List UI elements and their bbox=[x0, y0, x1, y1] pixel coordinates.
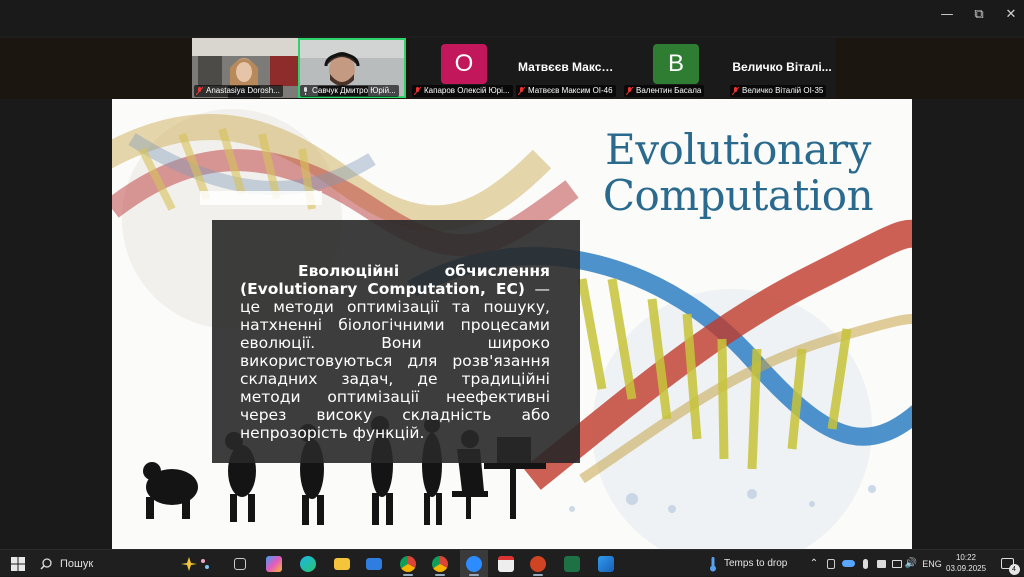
chevron-up-icon: ⌃ bbox=[809, 558, 819, 569]
excel-icon bbox=[564, 555, 580, 572]
taskbar-app-excel[interactable] bbox=[560, 550, 584, 577]
participant-avatar-5: В bbox=[653, 44, 699, 84]
participant-name-1: Anastasiya Dorosh... bbox=[194, 85, 283, 97]
photos-icon bbox=[598, 555, 614, 572]
participant-tile-4[interactable]: Матвєєв Макси... Матвєєв Максим ОІ-46 bbox=[514, 38, 622, 98]
slide-title: Evolutionary Computation bbox=[578, 127, 898, 219]
mic-muted-icon bbox=[414, 87, 421, 95]
taskbar-app-explorer[interactable] bbox=[330, 550, 354, 577]
mic-muted-icon bbox=[732, 87, 739, 95]
search-label: Пошук bbox=[60, 557, 94, 570]
network-icon bbox=[892, 559, 902, 568]
slide-title-line-1: Evolutionary bbox=[605, 125, 871, 174]
calendar-icon bbox=[498, 555, 514, 572]
taskbar-app-photos[interactable] bbox=[594, 550, 618, 577]
decorative-bar bbox=[200, 191, 322, 205]
notification-icon: 4 bbox=[1000, 558, 1020, 575]
participant-name-5: Валентин Басала bbox=[624, 85, 705, 97]
taskbar-app-chrome[interactable] bbox=[396, 550, 420, 577]
tray-volume[interactable]: 🔊 bbox=[904, 550, 918, 577]
clock-time: 10:22 bbox=[955, 553, 977, 562]
language-indicator[interactable]: ENG bbox=[920, 550, 944, 577]
definition-paragraph: Еволюційні обчислення (Evolutionary Comp… bbox=[240, 262, 550, 442]
taskbar-app-zoom[interactable] bbox=[460, 550, 488, 577]
start-button[interactable] bbox=[4, 550, 32, 577]
tray-onedrive[interactable] bbox=[840, 550, 856, 577]
powerpoint-icon bbox=[530, 555, 546, 572]
tray-icon-1[interactable] bbox=[824, 550, 838, 577]
tray-network[interactable] bbox=[890, 550, 904, 577]
weather-text: Temps to drop bbox=[724, 558, 788, 569]
taskbar-app-copilot[interactable] bbox=[262, 550, 286, 577]
usb-icon bbox=[827, 558, 835, 569]
folder-icon bbox=[334, 557, 350, 570]
participant-tile-6[interactable]: Величко Віталі... Величко Віталій ОІ-35 bbox=[728, 38, 836, 98]
tray-location[interactable] bbox=[874, 550, 888, 577]
maximize-button[interactable]: ⧉ bbox=[962, 0, 996, 28]
taskbar-app-calendar[interactable] bbox=[494, 550, 518, 577]
thermometer-icon bbox=[710, 556, 716, 571]
search-icon bbox=[40, 557, 52, 570]
speaker-icon: 🔊 bbox=[904, 558, 918, 569]
taskbar-search[interactable]: Пошук bbox=[34, 550, 174, 577]
slide-title-line-2: Computation bbox=[602, 171, 874, 220]
copilot-icon bbox=[266, 555, 282, 572]
notification-center-button[interactable]: 4 bbox=[994, 550, 1020, 577]
notification-badge: 4 bbox=[1008, 564, 1020, 575]
taskbar-clock[interactable]: 10:22 03.09.2025 bbox=[946, 552, 986, 574]
participant-name-3: Капаров Олексій Юрі... bbox=[412, 85, 513, 97]
minimize-button[interactable]: — bbox=[930, 0, 964, 28]
mic-muted-icon bbox=[196, 87, 203, 95]
taskview-button[interactable] bbox=[228, 550, 252, 577]
taskbar-app-edge[interactable] bbox=[296, 550, 320, 577]
windows-taskbar: Пошук Temps to drop ⌃ 🔊 ENG 10:22 03.09.… bbox=[0, 549, 1024, 577]
shared-slide: Evolutionary Computation Еволюційні обчи… bbox=[112, 99, 912, 549]
participant-avatar-3: O bbox=[441, 44, 487, 84]
sparkle-icon bbox=[181, 556, 209, 571]
weather-widget[interactable]: Temps to drop bbox=[708, 550, 800, 577]
window-titlebar: — ⧉ ✕ bbox=[0, 0, 1024, 30]
chrome-icon bbox=[432, 555, 448, 572]
tray-mic[interactable] bbox=[858, 550, 872, 577]
microphone-icon bbox=[862, 558, 868, 569]
definition-body: — це методи оптимізації та пошуку, натхн… bbox=[240, 280, 550, 442]
copilot-highlight[interactable] bbox=[176, 550, 216, 577]
participant-title-4: Матвєєв Макси... bbox=[518, 60, 619, 74]
participant-name-6: Величко Віталій ОІ-35 bbox=[730, 85, 827, 97]
taskview-icon bbox=[234, 557, 246, 570]
language-label: ENG bbox=[922, 558, 942, 569]
participant-tile-1[interactable]: Anastasiya Dorosh... bbox=[192, 38, 300, 98]
mic-muted-icon bbox=[518, 87, 525, 95]
taskbar-app-chrome-2[interactable] bbox=[428, 550, 452, 577]
cloud-icon bbox=[841, 560, 855, 567]
mail-icon bbox=[366, 557, 382, 570]
printer-icon bbox=[876, 559, 886, 568]
participant-tile-3[interactable]: O Капаров Олексій Юрі... bbox=[410, 38, 518, 98]
zoom-icon bbox=[466, 555, 482, 572]
chrome-icon bbox=[400, 555, 416, 572]
windows-logo-icon bbox=[11, 556, 25, 571]
edge-icon bbox=[300, 555, 316, 572]
definition-textbox: Еволюційні обчислення (Evolutionary Comp… bbox=[212, 220, 580, 463]
taskbar-app-powerpoint[interactable] bbox=[526, 550, 550, 577]
participant-name-4: Матвєєв Максим ОІ-46 bbox=[516, 85, 616, 97]
close-button[interactable]: ✕ bbox=[994, 0, 1024, 28]
taskbar-app-mail[interactable] bbox=[362, 550, 386, 577]
participant-title-6: Величко Віталі... bbox=[732, 60, 832, 74]
definition-term: Еволюційні обчислення (Evolutionary Comp… bbox=[240, 262, 550, 298]
mic-icon bbox=[304, 87, 307, 95]
clock-date: 03.09.2025 bbox=[946, 564, 987, 573]
participant-tile-2[interactable]: Савчук Дмитро Юрій... bbox=[298, 38, 406, 98]
mic-muted-icon bbox=[626, 87, 633, 95]
participant-tile-5[interactable]: В Валентин Басала bbox=[622, 38, 730, 98]
tray-overflow-button[interactable]: ⌃ bbox=[808, 550, 820, 577]
participant-name-2: Савчук Дмитро Юрій... bbox=[300, 85, 399, 97]
